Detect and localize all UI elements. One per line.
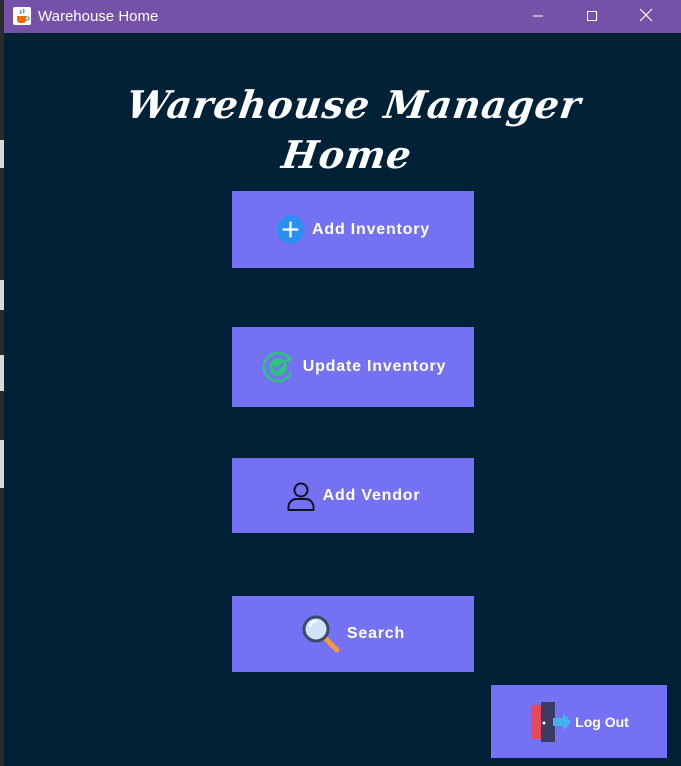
close-button[interactable] [619,0,673,33]
update-inventory-button[interactable]: Update Inventory [232,327,474,407]
check-refresh-icon [260,349,296,385]
add-inventory-label: Add Inventory [312,220,430,238]
maximize-button[interactable] [565,0,619,33]
update-inventory-label: Update Inventory [302,358,447,375]
minimize-button[interactable] [511,0,565,33]
log-out-label: Log Out [575,713,629,730]
close-icon [639,7,653,26]
exit-door-icon [529,701,572,742]
magnifier-icon [301,614,341,654]
plus-circle-icon [276,215,305,244]
maximize-icon [586,7,598,26]
window-title: Warehouse Home [38,8,159,25]
search-label: Search [346,625,406,642]
app-window: Warehouse Home Warehouse Manager Home Ad… [4,0,681,766]
add-inventory-button[interactable]: Add Inventory [232,191,474,268]
java-cup-icon [13,7,31,25]
log-out-button[interactable]: Log Out [491,685,667,758]
add-vendor-label: Add Vendor [322,486,421,504]
add-vendor-button[interactable]: Add Vendor [232,458,474,533]
person-icon [286,480,316,512]
search-button[interactable]: Search [232,596,474,672]
minimize-icon [532,7,544,26]
title-bar[interactable]: Warehouse Home [4,0,681,33]
page-title: Warehouse Manager Home [123,82,585,177]
